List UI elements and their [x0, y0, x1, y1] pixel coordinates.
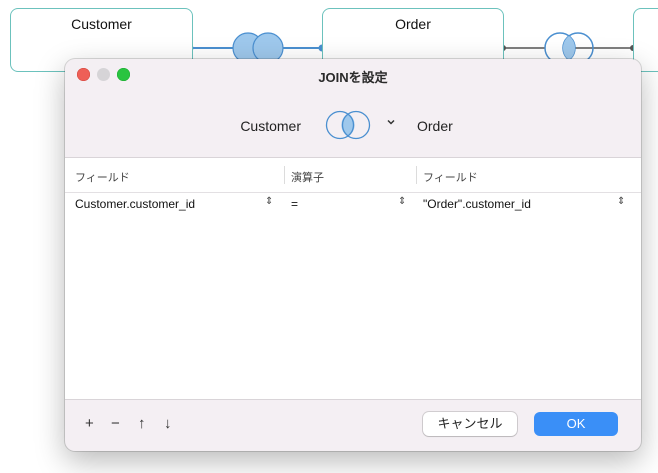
left-field-select[interactable]: Customer.customer_id	[75, 197, 195, 211]
join-settings-dialog: JOINを設定 Customer Order フィールド 演算子 フィールド C…	[65, 59, 641, 451]
column-header-operator[interactable]: 演算子	[291, 169, 324, 185]
right-table-label: Order	[417, 118, 453, 134]
column-header-left-field[interactable]: フィールド	[75, 169, 130, 185]
table-header: フィールド 演算子 フィールド	[65, 158, 641, 193]
venn-inner-join-icon	[325, 110, 371, 140]
left-table-label: Customer	[240, 118, 301, 134]
title-bar: JOINを設定	[65, 59, 641, 91]
ok-button[interactable]: OK	[534, 412, 618, 436]
column-divider	[416, 166, 417, 184]
join-type-row: Customer Order	[65, 103, 641, 151]
table-node-title: Customer	[71, 16, 132, 32]
join-type-selector[interactable]	[319, 107, 377, 143]
move-down-button[interactable]: ↓	[164, 415, 172, 432]
cancel-button[interactable]: キャンセル	[423, 412, 517, 436]
chevron-down-icon[interactable]	[386, 117, 396, 130]
add-condition-button[interactable]: +	[85, 415, 94, 432]
right-field-select[interactable]: "Order".customer_id	[423, 197, 531, 211]
operator-select[interactable]: =	[291, 197, 298, 211]
column-header-right-field[interactable]: フィールド	[423, 169, 478, 185]
table-node-title: Order	[395, 16, 431, 32]
dialog-title: JOINを設定	[318, 70, 388, 85]
select-stepper-icon[interactable]: ⇕	[617, 196, 625, 207]
select-stepper-icon[interactable]: ⇕	[265, 196, 273, 207]
move-up-button[interactable]: ↑	[138, 415, 146, 432]
remove-condition-button[interactable]: −	[111, 415, 120, 432]
join-conditions-table: フィールド 演算子 フィールド Customer.customer_id ⇕ =…	[65, 157, 641, 400]
dialog-footer: + − ↑ ↓ キャンセル OK	[65, 399, 641, 451]
table-row[interactable]: Customer.customer_id ⇕ = ⇕ "Order".custo…	[65, 192, 641, 214]
column-divider	[284, 166, 285, 184]
select-stepper-icon[interactable]: ⇕	[398, 196, 406, 207]
